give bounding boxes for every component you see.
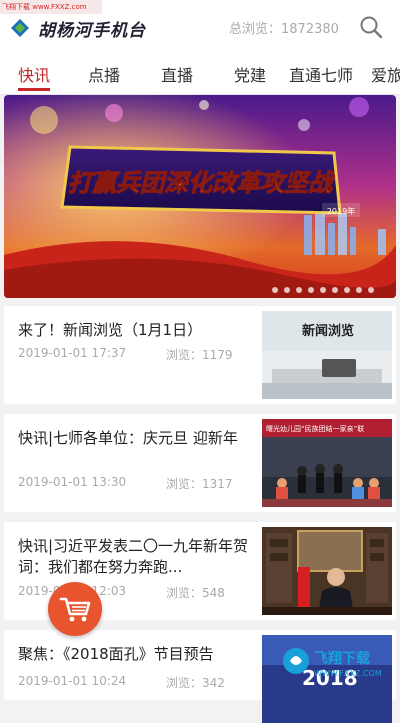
thumb-caption: 新闻浏览 <box>302 323 354 339</box>
corner-watermark: 飞翔下载 www.FXXZ.com <box>0 0 102 14</box>
carousel-dot[interactable] <box>368 287 374 293</box>
floating-cart-button[interactable] <box>48 582 102 636</box>
news-title: 快讯|七师各单位：庆元旦 迎新年 <box>18 429 238 447</box>
tab-dianbo[interactable]: 点播 <box>88 62 120 92</box>
watermark-url: WWW.FXXZ.COM <box>314 669 382 678</box>
thumb-caption: 曙光幼儿园“民族团结一家亲”联 <box>266 424 364 433</box>
carousel-dot[interactable] <box>284 287 290 293</box>
carousel-dot[interactable] <box>344 287 350 293</box>
carousel-dot[interactable] <box>296 287 302 293</box>
news-date: 2019-01-01 17:37 <box>18 346 127 360</box>
news-date: 2019-01-01 13:30 <box>18 475 127 489</box>
total-views: 总浏览：1872380 <box>229 22 339 37</box>
news-views: 浏览：1317 <box>166 477 233 491</box>
tab-dangjian[interactable]: 党建 <box>234 62 266 92</box>
shopping-cart-icon <box>59 597 91 622</box>
category-tabs: 快讯 点播 直播 党建 直通七师 爱旅 <box>0 54 400 95</box>
banner-headline: 打赢兵团深化改革攻坚战 <box>68 169 335 197</box>
watermark-logo-icon: 飞翔下载 WWW.FXXZ.COM <box>283 648 382 678</box>
tab-zhitong-qishi[interactable]: 直通七师 <box>289 62 353 92</box>
carousel-dot[interactable] <box>320 287 326 293</box>
carousel-dot[interactable] <box>272 287 278 293</box>
carousel-dot[interactable] <box>308 287 314 293</box>
tab-ailv[interactable]: 爱旅 <box>371 62 400 92</box>
news-title: 聚焦：《2018面孔》节目预告 <box>18 645 214 663</box>
news-date: 2019-01-01 10:24 <box>18 674 127 688</box>
bottom-watermark: 飞翔下载 WWW.FXXZ.COM <box>280 643 390 683</box>
logo-text: 胡杨河手机台 <box>38 21 146 41</box>
carousel-dot[interactable] <box>356 287 362 293</box>
news-thumbnail <box>262 527 392 615</box>
carousel-dot[interactable] <box>332 287 338 293</box>
news-thumbnail: 新闻浏览 <box>262 311 392 399</box>
news-title: 来了！新闻浏览（1月1日） <box>18 321 203 339</box>
news-card[interactable]: 来了！新闻浏览（1月1日） 2019-01-01 17:37 浏览：1179 新… <box>4 306 396 404</box>
app-logo[interactable]: 胡杨河手机台 <box>10 12 145 42</box>
tab-zhibo[interactable]: 直播 <box>161 62 193 92</box>
banner-carousel[interactable]: 打赢兵团深化改革攻坚战 2019年 <box>4 95 396 298</box>
news-views: 浏览：548 <box>166 586 225 600</box>
news-views: 浏览：1179 <box>166 348 233 362</box>
banner-badge: 2019年 <box>327 206 355 216</box>
news-thumbnail: 曙光幼儿园“民族团结一家亲”联 <box>262 419 392 507</box>
news-title: 快讯|习近平发表二〇一九年新年贺词：我们都在努力奔跑... <box>18 537 249 576</box>
search-icon[interactable] <box>358 14 384 40</box>
logo-icon <box>11 19 29 37</box>
news-card[interactable]: 快讯|七师各单位：庆元旦 迎新年 2019-01-01 13:30 浏览：131… <box>4 414 396 512</box>
active-tab-indicator <box>18 88 50 91</box>
watermark-brand: 飞翔下载 <box>314 650 370 667</box>
banner-image: 打赢兵团深化改革攻坚战 2019年 <box>4 95 396 298</box>
